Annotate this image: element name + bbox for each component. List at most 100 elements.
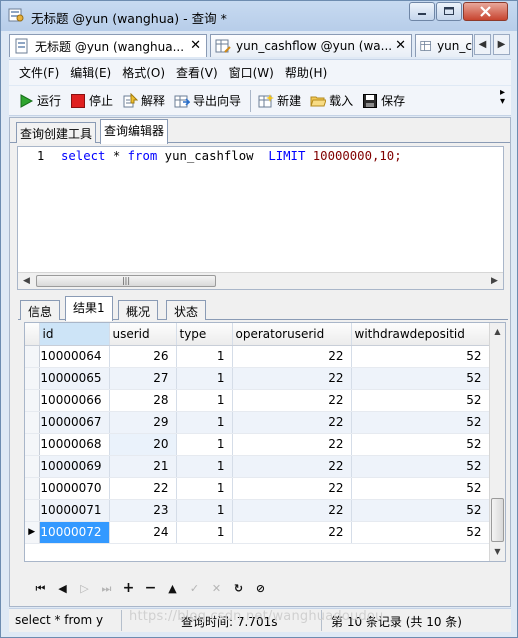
table-cell-type[interactable]: 1 xyxy=(176,411,233,434)
menu-file[interactable]: 文件(F) xyxy=(19,64,59,81)
result-grid[interactable]: id userid type operatoruserid withdrawde… xyxy=(24,322,506,562)
table-row[interactable]: 10000065 27 1 22 52 xyxy=(25,367,490,390)
table-cell-withdrawdepositid[interactable]: 52 xyxy=(351,521,490,544)
sql-editor[interactable]: 1 select * from yun_cashflow LIMIT 10000… xyxy=(17,146,504,290)
sql-code-line[interactable]: select * from yun_cashflow LIMIT 1000000… xyxy=(61,149,402,163)
column-header-withdrawdepositid[interactable]: withdrawdepositid xyxy=(351,323,490,346)
table-cell-userid[interactable]: 24 xyxy=(109,521,177,544)
table-cell-withdrawdepositid[interactable]: 52 xyxy=(351,367,490,390)
table-cell-type[interactable]: 1 xyxy=(176,345,233,368)
table-cell-userid[interactable]: 20 xyxy=(109,433,177,456)
table-cell-userid[interactable]: 22 xyxy=(109,477,177,500)
column-header-id[interactable]: id xyxy=(39,323,110,346)
table-cell-withdrawdepositid[interactable]: 52 xyxy=(351,433,490,456)
table-cell-id[interactable]: 10000064 xyxy=(39,345,110,368)
new-button[interactable]: 新建 xyxy=(258,92,301,109)
editor-horizontal-scrollbar[interactable]: ◀ ||| ▶ xyxy=(18,272,503,289)
table-cell-withdrawdepositid[interactable]: 52 xyxy=(351,455,490,478)
row-indicator[interactable] xyxy=(25,499,40,522)
column-header-operatoruserid[interactable]: operatoruserid xyxy=(232,323,352,346)
table-row[interactable]: ▶ 10000072 24 1 22 52 xyxy=(25,521,490,544)
table-row[interactable]: 10000071 23 1 22 52 xyxy=(25,499,490,522)
table-cell-id[interactable]: 10000072 xyxy=(39,521,110,544)
table-row[interactable]: 10000068 20 1 22 52 xyxy=(25,433,490,456)
scroll-left-arrow-icon[interactable]: ◀ xyxy=(19,274,34,288)
grid-scroll-thumb[interactable] xyxy=(491,498,504,542)
table-cell-operatoruserid[interactable]: 22 xyxy=(232,345,352,368)
table-row[interactable]: 10000070 22 1 22 52 xyxy=(25,477,490,500)
apply-changes-icon[interactable]: ▲ xyxy=(162,578,183,599)
tab-status[interactable]: 状态 xyxy=(166,300,207,320)
refresh-icon[interactable]: ↻ xyxy=(228,578,249,599)
tab-info[interactable]: 信息 xyxy=(20,300,61,320)
row-indicator[interactable] xyxy=(25,477,40,500)
table-cell-userid[interactable]: 26 xyxy=(109,345,177,368)
table-cell-id[interactable]: 10000065 xyxy=(39,367,110,390)
delete-record-icon[interactable]: − xyxy=(140,578,161,599)
table-cell-id[interactable]: 10000071 xyxy=(39,499,110,522)
table-cell-userid[interactable]: 29 xyxy=(109,411,177,434)
row-indicator[interactable] xyxy=(25,411,40,434)
table-cell-operatoruserid[interactable]: 22 xyxy=(232,433,352,456)
table-cell-operatoruserid[interactable]: 22 xyxy=(232,477,352,500)
table-cell-type[interactable]: 1 xyxy=(176,499,233,522)
maximize-button[interactable] xyxy=(436,2,462,21)
close-window-button[interactable] xyxy=(463,2,508,21)
export-wizard-button[interactable]: 导出向导 xyxy=(174,92,241,109)
tab-scroll-right-button[interactable]: ▶ xyxy=(493,34,510,55)
add-record-icon[interactable]: + xyxy=(118,578,139,599)
tab-scroll-left-button[interactable]: ◀ xyxy=(474,34,491,55)
table-cell-withdrawdepositid[interactable]: 52 xyxy=(351,389,490,412)
grid-vertical-scrollbar[interactable]: ▲ ▼ xyxy=(489,323,505,561)
table-cell-userid[interactable]: 23 xyxy=(109,499,177,522)
previous-record-icon[interactable]: ◀ xyxy=(52,578,73,599)
table-cell-id[interactable]: 10000069 xyxy=(39,455,110,478)
tab-query-builder[interactable]: 查询创建工具 xyxy=(16,122,97,143)
menu-help[interactable]: 帮助(H) xyxy=(285,64,327,81)
table-cell-userid[interactable]: 27 xyxy=(109,367,177,390)
table-cell-type[interactable]: 1 xyxy=(176,521,233,544)
stop-button[interactable]: 停止 xyxy=(70,92,113,109)
table-cell-withdrawdepositid[interactable]: 52 xyxy=(351,411,490,434)
menu-edit[interactable]: 编辑(E) xyxy=(70,64,111,81)
run-button[interactable]: 运行 xyxy=(18,92,61,109)
table-cell-operatoruserid[interactable]: 22 xyxy=(232,389,352,412)
table-row[interactable]: 10000067 29 1 22 52 xyxy=(25,411,490,434)
table-cell-id[interactable]: 10000066 xyxy=(39,389,110,412)
row-indicator[interactable] xyxy=(25,433,40,456)
tab-overview[interactable]: 概况 xyxy=(118,300,159,320)
table-cell-userid[interactable]: 21 xyxy=(109,455,177,478)
table-cell-userid[interactable]: 28 xyxy=(109,389,177,412)
first-record-icon[interactable]: ⏮ xyxy=(30,578,51,599)
scroll-down-arrow-icon[interactable]: ▼ xyxy=(490,545,505,559)
column-header-type[interactable]: type xyxy=(176,323,233,346)
tab-query-editor[interactable]: 查询编辑器 xyxy=(100,119,169,144)
discard-changes-icon[interactable]: ✕ xyxy=(206,578,227,599)
row-indicator[interactable]: ▶ xyxy=(25,521,40,544)
load-button[interactable]: 载入 xyxy=(310,92,353,109)
table-row[interactable]: 10000069 21 1 22 52 xyxy=(25,455,490,478)
table-row[interactable]: 10000066 28 1 22 52 xyxy=(25,389,490,412)
table-cell-type[interactable]: 1 xyxy=(176,433,233,456)
tab-close-icon[interactable]: ✕ xyxy=(395,38,406,53)
menu-window[interactable]: 窗口(W) xyxy=(229,64,274,81)
row-indicator[interactable] xyxy=(25,455,40,478)
editor-scroll-thumb[interactable]: ||| xyxy=(36,275,216,287)
last-record-icon[interactable]: ⏭ xyxy=(96,578,117,599)
table-cell-id[interactable]: 10000068 xyxy=(39,433,110,456)
scroll-up-arrow-icon[interactable]: ▲ xyxy=(490,325,505,339)
column-header-userid[interactable]: userid xyxy=(109,323,177,346)
table-cell-type[interactable]: 1 xyxy=(176,455,233,478)
tab-result-1[interactable]: 结果1 xyxy=(65,296,113,321)
table-cell-withdrawdepositid[interactable]: 52 xyxy=(351,477,490,500)
toolbar-overflow-chevron-icon[interactable]: ▸ ▾ xyxy=(500,88,505,107)
next-record-icon[interactable]: ▷ xyxy=(74,578,95,599)
menu-view[interactable]: 查看(V) xyxy=(176,64,218,81)
row-indicator[interactable] xyxy=(25,389,40,412)
table-cell-operatoruserid[interactable]: 22 xyxy=(232,521,352,544)
tab-close-icon[interactable]: ✕ xyxy=(190,38,201,53)
row-indicator[interactable] xyxy=(25,345,40,368)
table-cell-type[interactable]: 1 xyxy=(176,477,233,500)
table-cell-operatoruserid[interactable]: 22 xyxy=(232,367,352,390)
row-indicator[interactable] xyxy=(25,367,40,390)
